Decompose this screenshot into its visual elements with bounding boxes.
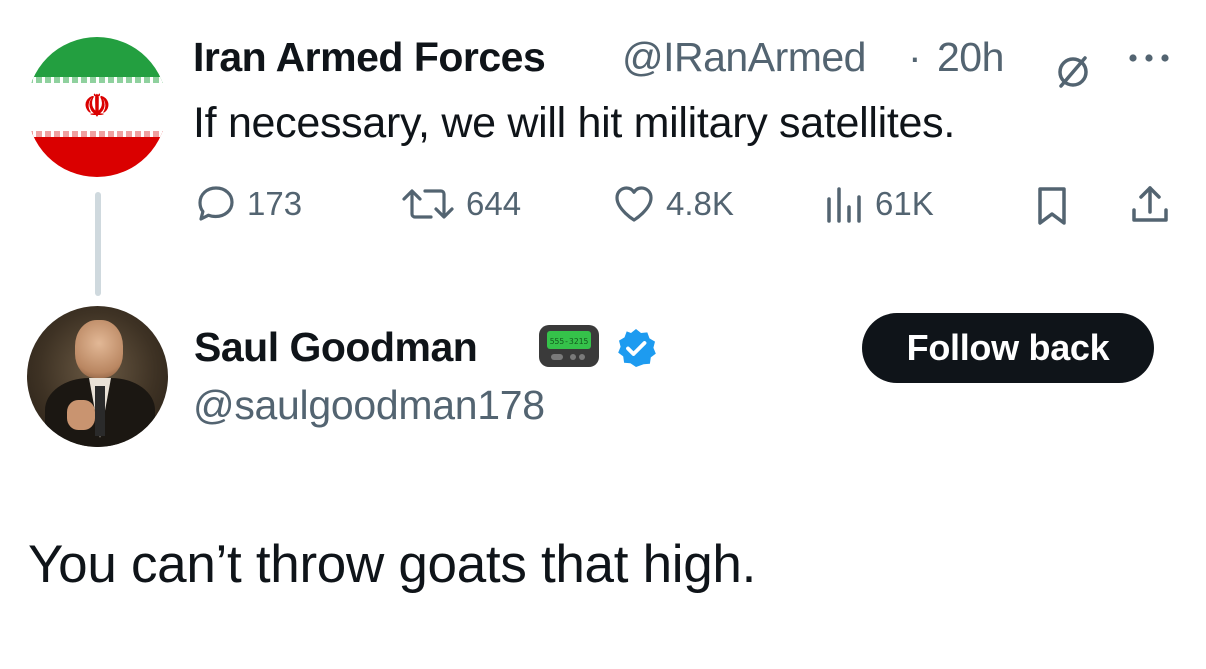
reply-author-handle[interactable]: @saulgoodman178 xyxy=(193,382,545,429)
reply-stat[interactable]: 173 xyxy=(195,182,302,226)
separator-dot: · xyxy=(908,34,922,80)
flag-emblem-icon: ☫ xyxy=(83,89,111,124)
repost-icon xyxy=(402,189,454,219)
iran-avatar[interactable]: ☫ xyxy=(27,37,167,177)
views-count: 61K xyxy=(875,185,934,222)
pager-emoji-icon: 555-3215 xyxy=(537,321,601,371)
reply-author-name[interactable]: Saul Goodman xyxy=(194,324,478,371)
verified-badge-icon[interactable] xyxy=(614,326,658,370)
flag-green-band xyxy=(27,37,167,81)
views-stat[interactable]: 61K xyxy=(823,182,934,226)
thread-connector-line xyxy=(95,192,101,296)
reply-icon xyxy=(198,186,234,221)
more-options-icon[interactable] xyxy=(1124,46,1174,70)
follow-back-button[interactable]: Follow back xyxy=(862,313,1154,383)
avatar-pointing-hand xyxy=(67,400,95,430)
like-stat[interactable]: 4.8K xyxy=(612,182,734,226)
share-icon[interactable] xyxy=(1128,182,1172,226)
parent-author-handle[interactable]: @IRanArmed xyxy=(622,34,866,81)
bookmark-icon[interactable] xyxy=(1032,185,1072,227)
flag-trim-bottom xyxy=(27,131,167,137)
pager-display-text: 555-3215 xyxy=(550,337,589,346)
saul-avatar[interactable] xyxy=(27,306,168,447)
avatar-head xyxy=(75,320,123,378)
flag-trim-top xyxy=(27,77,167,83)
grok-slash-icon[interactable] xyxy=(1051,50,1095,94)
repost-count: 644 xyxy=(466,185,522,222)
reply-tweet-text: You can’t throw goats that high. xyxy=(28,535,757,594)
like-icon xyxy=(615,186,653,222)
parent-timestamp[interactable]: 20h xyxy=(937,34,1004,81)
flag-red-band xyxy=(27,133,167,177)
repost-stat[interactable]: 644 xyxy=(400,182,521,226)
parent-author-name[interactable]: Iran Armed Forces xyxy=(193,34,546,81)
parent-tweet-text: If necessary, we will hit military satel… xyxy=(193,99,956,147)
reply-count: 173 xyxy=(247,185,303,222)
views-icon xyxy=(827,187,861,223)
like-count: 4.8K xyxy=(666,185,734,222)
avatar-tie xyxy=(95,386,105,436)
